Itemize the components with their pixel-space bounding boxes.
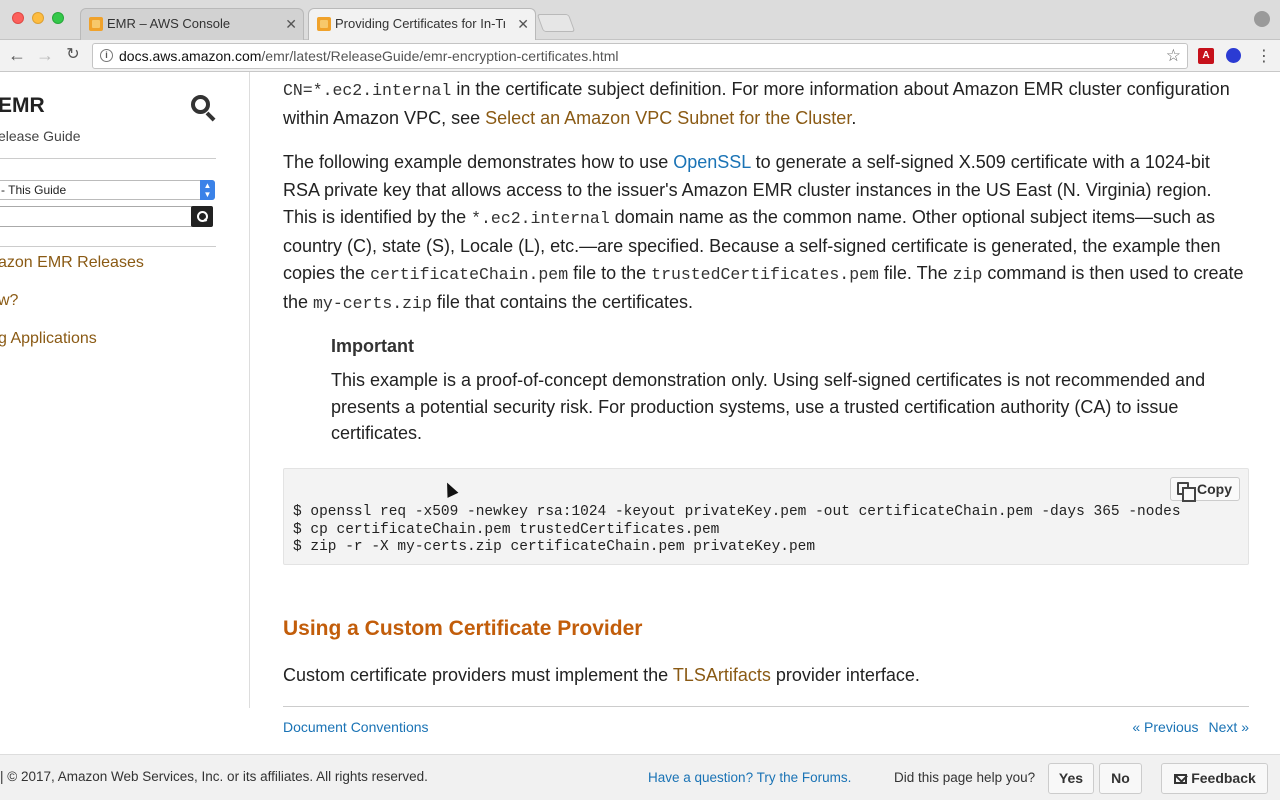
new-tab-button[interactable]: [536, 14, 576, 32]
important-title: Important: [331, 336, 414, 356]
url-host: docs.aws.amazon.com: [119, 48, 262, 64]
address-bar[interactable]: i docs.aws.amazon.com/emr/latest/Release…: [92, 43, 1188, 69]
divider: [0, 158, 216, 159]
inline-code: certificateChain.pem: [370, 265, 569, 284]
divider: [0, 246, 216, 247]
pdf-extension-icon[interactable]: A: [1198, 48, 1214, 64]
reload-icon[interactable]: ↻: [62, 44, 84, 66]
link-openssl[interactable]: OpenSSL: [673, 152, 750, 172]
previous-link[interactable]: « Previous: [1132, 719, 1198, 735]
important-note: Important This example is a proof-of-con…: [331, 336, 1231, 447]
select-arrows-icon: ▲ ▼: [200, 180, 215, 200]
search-scope-select[interactable]: - This Guide ▲ ▼: [0, 180, 215, 200]
search-scope-value: - This Guide: [1, 183, 67, 197]
paragraph-text: provider interface.: [770, 665, 920, 685]
code-lines: $ openssl req -x509 -newkey rsa:1024 -ke…: [293, 504, 1181, 557]
code-line: $ zip -r -X my-certs.zip certificateChai…: [293, 539, 816, 555]
info-icon[interactable]: i: [100, 49, 113, 62]
aws-favicon-icon: [89, 17, 103, 31]
inline-code: my-certs.zip: [313, 293, 432, 313]
tab-title: EMR – AWS Console: [107, 16, 231, 31]
section-heading: Using a Custom Certificate Provider: [283, 617, 643, 640]
paragraph-text: Custom certificate providers must implem…: [283, 665, 673, 685]
sidebar-title: EMR: [0, 94, 45, 117]
code-line: $ cp certificateChain.pem trustedCertifi…: [293, 521, 720, 538]
pager: « Previous Next »: [1122, 719, 1249, 735]
tab-title: Providing Certificates for In-Transit En…: [335, 16, 505, 31]
yes-button[interactable]: Yes: [1048, 763, 1094, 794]
paragraph-text: file that contains the certificates.: [431, 291, 693, 312]
profile-icon[interactable]: [1254, 11, 1270, 27]
link-tlsartifacts[interactable]: TLSArtifacts: [673, 665, 771, 685]
code-block: Copy $ openssl req -x509 -newkey rsa:102…: [283, 468, 1249, 565]
sidebar-search-input[interactable]: [0, 206, 192, 227]
browser-tab-emr-console[interactable]: EMR – AWS Console ✕: [80, 8, 304, 40]
next-link[interactable]: Next »: [1209, 719, 1249, 735]
window-close-button[interactable]: [12, 12, 24, 24]
url-path: /emr/latest/ReleaseGuide/emr-encryption-…: [261, 48, 619, 64]
window-zoom-button[interactable]: [52, 12, 64, 24]
search-icon[interactable]: [190, 94, 216, 122]
sidebar-item-whats-new[interactable]: w?: [0, 292, 18, 310]
inline-code: CN=*.ec2.internal: [283, 81, 452, 100]
forums-link[interactable]: Have a question? Try the Forums.: [648, 770, 851, 785]
copy-icon: [1177, 482, 1196, 502]
forward-arrow-icon[interactable]: →: [34, 44, 56, 66]
page-footer: | © 2017, Amazon Web Services, Inc. or i…: [0, 754, 1280, 800]
inline-code: trustedCertificates.pem: [651, 265, 879, 284]
paragraph-text: file to the: [568, 263, 652, 283]
envelope-icon: [1174, 774, 1187, 784]
inline-code: *.ec2.internal: [471, 209, 610, 228]
paragraph-text: The following example demonstrates how t…: [283, 152, 674, 172]
back-arrow-icon[interactable]: ←: [6, 44, 28, 66]
link-select-vpc-subnet[interactable]: Select an Amazon VPC Subnet for the Clus…: [485, 108, 851, 128]
paragraph-cn-subject: CN=*.ec2.internal in the certificate sub…: [283, 76, 1249, 132]
no-button[interactable]: No: [1099, 763, 1142, 794]
browser-tab-bar: EMR – AWS Console ✕ Providing Certificat…: [0, 0, 1280, 40]
sidebar-item-applications[interactable]: g Applications: [0, 330, 97, 348]
feedback-button[interactable]: Feedback: [1161, 763, 1268, 794]
document-conventions-link[interactable]: Document Conventions: [283, 719, 429, 735]
sidebar-subtitle: elease Guide: [0, 128, 81, 144]
copyright-text: | © 2017, Amazon Web Services, Inc. or i…: [0, 769, 428, 784]
sidebar-item-emr-releases[interactable]: azon EMR Releases: [0, 254, 144, 272]
inline-code: zip: [952, 265, 983, 284]
aws-favicon-icon: [317, 17, 331, 31]
code-line: $ openssl req -x509 -newkey rsa:1024 -ke…: [293, 504, 1181, 520]
paragraph-text: .: [851, 107, 857, 128]
paragraph-custom-provider: Custom certificate providers must implem…: [283, 662, 1249, 690]
browser-toolbar: ← → ↻ i docs.aws.amazon.com/emr/latest/R…: [0, 40, 1280, 72]
browser-tab-providing-certificates[interactable]: Providing Certificates for In-Transit En…: [308, 8, 536, 40]
tab-close-icon[interactable]: ✕: [517, 9, 529, 39]
feedback-question: Did this page help you?: [894, 770, 1036, 785]
paragraph-text: file. The: [878, 263, 953, 283]
search-submit-button[interactable]: [191, 206, 213, 227]
browser-menu-icon[interactable]: ⋮: [1256, 46, 1272, 66]
globe-extension-icon[interactable]: [1226, 48, 1241, 63]
bookmark-star-icon[interactable]: ☆: [1166, 44, 1181, 68]
copy-button[interactable]: Copy: [1170, 477, 1240, 502]
copy-label: Copy: [1197, 481, 1232, 497]
important-body: This example is a proof-of-concept demon…: [331, 370, 1206, 443]
paragraph-openssl-example: The following example demonstrates how t…: [283, 149, 1249, 317]
sidebar: EMR elease Guide - This Guide ▲ ▼ azon EM…: [0, 72, 250, 708]
tab-close-icon[interactable]: ✕: [285, 9, 297, 39]
window-minimize-button[interactable]: [32, 12, 44, 24]
divider: [283, 706, 1249, 707]
feedback-label: Feedback: [1191, 770, 1256, 786]
